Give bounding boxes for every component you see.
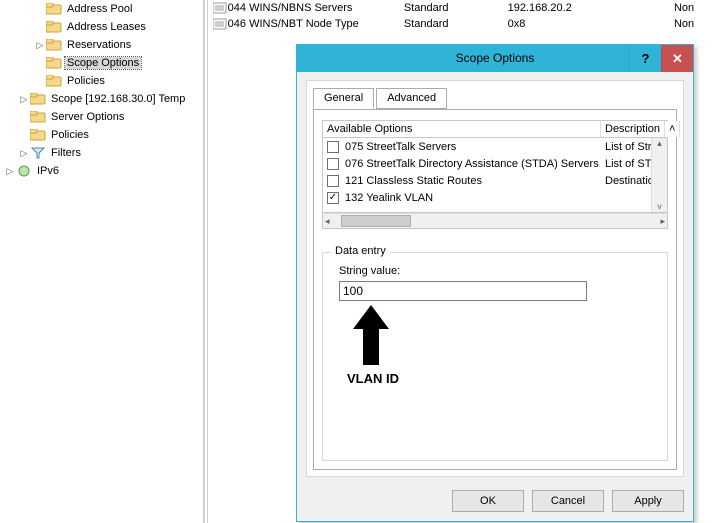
option-row[interactable]: 121 Classless Static Routes Destination, [323,172,667,189]
option-checkbox[interactable] [327,141,339,153]
navigation-tree: Address Pool Address Leases ▷ Reservatio… [0,0,204,523]
option-icon [212,17,228,31]
tree-item-label: Reservations [65,39,133,51]
group-label: Data entry [331,245,390,257]
tree-item-label: Address Pool [65,3,134,15]
available-options-box: Available Options Description ˄ 075 Stre… [322,120,668,240]
scroll-right-icon[interactable]: ▸ [660,216,665,227]
list-cell-class: Non [674,2,719,14]
list-cell-name: 044 WINS/NBNS Servers [228,2,404,14]
tree-item-address-leases[interactable]: Address Leases [0,18,203,36]
list-cell-value: 192.168.20.2 [508,2,674,14]
dialog-buttons: OK Cancel Apply [452,490,684,512]
option-name: 132 Yealink VLAN [343,192,601,204]
expander-icon[interactable]: ▷ [18,147,30,159]
tree-item-label: Scope [192.168.30.0] Temp [49,93,187,105]
tree-item-reservations[interactable]: ▷ Reservations [0,36,203,54]
titlebar[interactable]: Scope Options ? ✕ [297,45,693,72]
data-entry-group: Data entry String value: VLAN ID [322,252,668,461]
folder-icon [30,110,46,124]
help-button[interactable]: ? [629,45,661,72]
scope-options-dialog: Scope Options ? ✕ General Advanced Avail… [296,44,694,522]
scroll-up-icon[interactable]: ˄ [665,121,680,137]
tree-item-scope-options[interactable]: Scope Options [0,54,203,72]
folder-icon [46,20,62,34]
vertical-scrollbar[interactable]: ▴˅ [651,138,667,212]
string-value-input[interactable] [339,281,587,301]
tab-advanced[interactable]: Advanced [376,88,447,109]
annotation-label: VLAN ID [347,371,399,386]
tree-item-label: Policies [49,129,91,141]
option-name: 121 Classless Static Routes [343,175,601,187]
tree-item-policies-server[interactable]: Policies [0,126,203,144]
folder-icon [46,2,62,16]
scroll-left-icon[interactable]: ◂ [325,216,330,227]
folder-icon [46,38,62,52]
tree-item-label: Policies [65,75,107,87]
folder-icon [30,92,46,106]
cancel-button[interactable]: Cancel [532,490,604,512]
folder-icon [46,56,62,70]
folder-icon [46,74,62,88]
dialog-body: General Advanced Available Options Descr… [306,80,684,477]
horizontal-scrollbar[interactable]: ◂ ▸ [322,213,668,229]
list-cell-vendor: Standard [404,2,508,14]
option-checkbox[interactable] [327,175,339,187]
option-row[interactable]: 132 Yealink VLAN [323,189,667,206]
tree-item-filters[interactable]: ▷ Filters [0,144,203,162]
tree-item-label: IPv6 [35,165,61,177]
option-row[interactable]: 075 StreetTalk Servers List of Stree [323,138,667,155]
expander-icon[interactable]: ▷ [34,39,46,51]
options-list: 075 StreetTalk Servers List of Stree 076… [322,138,668,213]
list-row[interactable]: 046 WINS/NBT Node Type Standard 0x8 Non [210,16,719,32]
expander-icon[interactable]: ▷ [4,165,16,177]
option-name: 075 StreetTalk Servers [343,141,601,153]
option-row[interactable]: 076 StreetTalk Directory Assistance (STD… [323,155,667,172]
annotation-arrow-icon [351,303,391,367]
list-cell-vendor: Standard [404,18,508,30]
tree-item-server-options[interactable]: Server Options [0,108,203,126]
ok-button[interactable]: OK [452,490,524,512]
splitter[interactable] [204,0,208,523]
tree-item-label: Scope Options [65,57,141,69]
tree-item-scope-temp[interactable]: ▷ Scope [192.168.30.0] Temp [0,90,203,108]
list-cell-class: Non [674,18,719,30]
option-checkbox[interactable] [327,158,339,170]
tree-item-label: Server Options [49,111,126,123]
folder-icon [30,128,46,142]
tab-general[interactable]: General [313,88,374,109]
header-description[interactable]: Description [601,121,665,137]
option-checkbox[interactable] [327,192,339,204]
tree-item-policies[interactable]: Policies [0,72,203,90]
list-row[interactable]: 044 WINS/NBNS Servers Standard 192.168.2… [210,0,719,16]
header-available[interactable]: Available Options [323,121,601,137]
tab-panel-general: Available Options Description ˄ 075 Stre… [313,109,677,470]
apply-button[interactable]: Apply [612,490,684,512]
scrollbar-thumb[interactable] [341,215,411,227]
close-button[interactable]: ✕ [661,45,693,72]
string-value-label: String value: [339,265,400,277]
tabstrip: General Advanced [313,87,683,110]
option-icon [212,1,228,15]
options-header: Available Options Description ˄ [322,120,668,138]
option-name: 076 StreetTalk Directory Assistance (STD… [343,158,601,170]
expander-icon[interactable]: ▷ [18,93,30,105]
ipv6-icon [16,164,32,178]
list-cell-value: 0x8 [508,18,674,30]
filter-icon [30,146,46,160]
tree-item-label: Filters [49,147,83,159]
tree-item-address-pool[interactable]: Address Pool [0,0,203,18]
tree-item-ipv6[interactable]: ▷ IPv6 [0,162,203,180]
list-cell-name: 046 WINS/NBT Node Type [228,18,404,30]
tree-item-label: Address Leases [65,21,148,33]
